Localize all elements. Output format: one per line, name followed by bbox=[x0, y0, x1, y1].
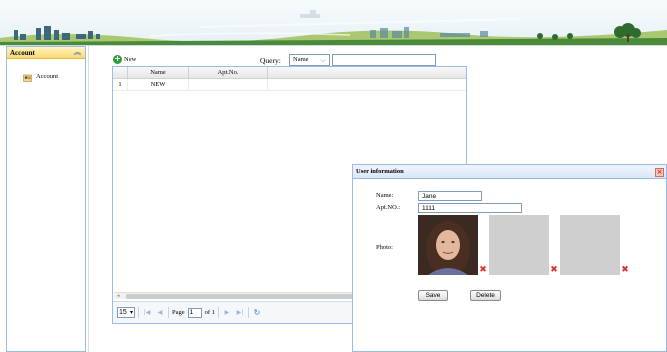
delete-button[interactable]: Delete bbox=[470, 290, 501, 301]
sidebar-item-account[interactable]: Account bbox=[23, 71, 58, 83]
last-page-icon[interactable]: ▶| bbox=[235, 307, 245, 318]
query-label: Query: bbox=[260, 56, 281, 65]
pager-separator bbox=[217, 307, 219, 318]
next-page-icon[interactable]: ▶ bbox=[222, 307, 232, 318]
user-photo bbox=[418, 215, 478, 277]
query-field-select[interactable]: Name ⌵ bbox=[289, 54, 330, 66]
name-field[interactable] bbox=[418, 191, 482, 201]
photo-label: Photo: bbox=[376, 244, 393, 251]
new-button-label: New bbox=[124, 56, 137, 63]
add-icon: + bbox=[113, 54, 122, 64]
collapse-icon[interactable]: ︽ bbox=[73, 47, 82, 58]
page-label: Page bbox=[172, 309, 185, 316]
photo-slot-2[interactable] bbox=[489, 215, 549, 275]
delete-photo-icon[interactable]: ✖ bbox=[621, 266, 629, 275]
grid-header: Name Apt.No. bbox=[113, 67, 466, 79]
save-button[interactable]: Save bbox=[418, 290, 448, 301]
scroll-left-icon[interactable]: ◂ bbox=[117, 293, 120, 300]
photo-slot-1[interactable] bbox=[418, 215, 478, 277]
accordion-title: Account bbox=[10, 49, 35, 57]
dialog-header[interactable]: User information × bbox=[353, 165, 666, 179]
column-header-rownum bbox=[113, 67, 128, 78]
photo-slot-3[interactable] bbox=[560, 215, 620, 275]
pager-separator bbox=[168, 307, 169, 318]
apt-field[interactable] bbox=[418, 203, 522, 213]
apt-label: Apt.NO.: bbox=[376, 204, 401, 211]
table-row[interactable]: 1 NEW bbox=[113, 79, 466, 91]
query-field-value: Name bbox=[293, 56, 309, 63]
row-number: 1 bbox=[113, 79, 128, 90]
page-number-input[interactable] bbox=[187, 307, 202, 318]
accordion-header[interactable]: Account ︽ bbox=[7, 47, 85, 59]
page-size-value: 15 bbox=[119, 309, 127, 316]
chevron-down-icon: ▾ bbox=[129, 309, 133, 316]
page-total: of 1 bbox=[204, 309, 215, 316]
column-header-name[interactable]: Name bbox=[128, 67, 189, 78]
page-size-select[interactable]: 15 ▾ bbox=[117, 307, 135, 318]
skyline-illustration bbox=[0, 10, 667, 45]
dialog-title: User information bbox=[356, 168, 404, 175]
pager-separator bbox=[247, 307, 249, 318]
header-banner bbox=[0, 0, 667, 46]
prev-page-icon[interactable]: ◀ bbox=[155, 307, 165, 318]
chevron-down-icon: ⌵ bbox=[320, 56, 326, 64]
pager-separator bbox=[138, 307, 139, 318]
refresh-icon[interactable]: ↻ bbox=[252, 307, 262, 318]
west-panel: Account ︽ Account bbox=[6, 46, 86, 352]
column-header-apt[interactable]: Apt.No. bbox=[189, 67, 268, 78]
query-input[interactable] bbox=[332, 54, 436, 66]
cell-name: NEW bbox=[128, 79, 189, 90]
name-label: Name: bbox=[376, 192, 394, 199]
delete-photo-icon[interactable]: ✖ bbox=[550, 266, 558, 275]
user-info-dialog: User information × Name: Apt.NO.: Photo:… bbox=[352, 164, 667, 352]
account-icon bbox=[23, 74, 32, 82]
delete-photo-icon[interactable]: ✖ bbox=[479, 266, 487, 275]
cell-apt bbox=[189, 79, 268, 90]
new-button[interactable]: + New bbox=[113, 55, 136, 64]
close-icon[interactable]: × bbox=[655, 168, 664, 177]
first-page-icon[interactable]: |◀ bbox=[142, 307, 152, 318]
sidebar-item-label: Account bbox=[36, 73, 59, 80]
